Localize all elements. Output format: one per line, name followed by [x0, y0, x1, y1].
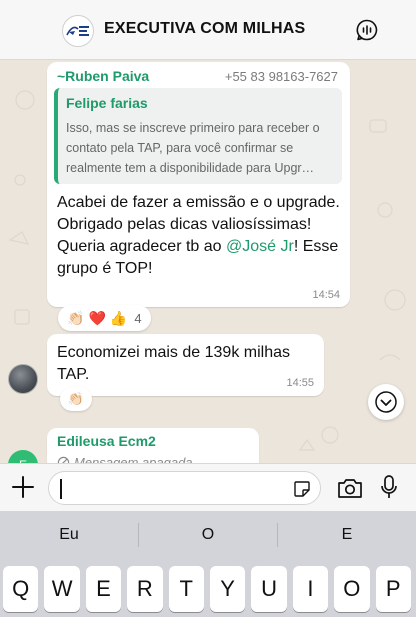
deleted-icon — [57, 456, 70, 463]
suggestion-item[interactable]: Eu — [0, 526, 138, 544]
key-p[interactable]: P — [375, 566, 411, 612]
reactions-pill[interactable]: 👏🏻 — [60, 387, 92, 411]
chat-header: EXECUTIVA COM MILHAS — [0, 0, 416, 60]
key-q[interactable]: Q — [3, 566, 39, 612]
sticker-icon[interactable] — [293, 480, 311, 498]
message-time: 14:55 — [286, 377, 314, 389]
thumbs-up-emoji-icon: 👍 — [109, 309, 128, 326]
mention-link[interactable]: @José Jr — [226, 238, 294, 255]
group-logo-icon — [66, 26, 89, 36]
key-e[interactable]: E — [85, 566, 122, 612]
suggestion-item[interactable]: O — [139, 526, 277, 544]
key-y[interactable]: Y — [209, 566, 246, 612]
sender-name[interactable]: Edileusa Ecm2 — [57, 433, 156, 449]
clap-emoji-icon: 👏🏻 — [67, 391, 85, 406]
sender-avatar[interactable] — [8, 364, 38, 394]
key-o[interactable]: O — [334, 566, 370, 612]
keyboard-row-1: Q W E R T Y U I O P — [3, 566, 413, 612]
camera-icon[interactable] — [337, 477, 363, 499]
message-composer — [0, 463, 416, 511]
reaction-count: 4 — [134, 310, 142, 326]
reactions-pill[interactable]: 👏🏻 ❤️ 👍 4 — [58, 305, 151, 331]
microphone-icon[interactable] — [380, 474, 398, 500]
quoted-sender: Felipe farias — [66, 95, 148, 111]
group-call-icon[interactable] — [355, 18, 379, 42]
text-caret — [60, 479, 62, 499]
clap-emoji-icon: 👏🏻 — [67, 309, 85, 326]
message-bubble[interactable]: ~Ruben Paiva +55 83 98163-7627 Felipe fa… — [47, 62, 350, 307]
group-title[interactable]: EXECUTIVA COM MILHAS — [104, 20, 305, 38]
scroll-to-bottom-button[interactable] — [368, 384, 404, 420]
keyboard-suggestions: Eu O E — [0, 511, 416, 559]
message-time: 14:54 — [312, 289, 340, 301]
heart-emoji-icon: ❤️ — [88, 309, 106, 326]
message-text: Economizei mais de 139k milhas TAP. — [57, 344, 290, 383]
key-r[interactable]: R — [127, 566, 163, 612]
group-avatar[interactable] — [62, 15, 94, 47]
message-input[interactable] — [48, 471, 321, 505]
suggestion-item[interactable]: E — [278, 526, 416, 544]
chat-area[interactable]: ~Ruben Paiva +55 83 98163-7627 Felipe fa… — [0, 60, 416, 463]
message-text: Acabei de fazer a emissão e o upgrade. O… — [57, 194, 340, 277]
message-bubble[interactable]: Edileusa Ecm2 Mensagem apagada — [47, 428, 259, 463]
sender-phone: +55 83 98163-7627 — [224, 69, 338, 84]
sender-name[interactable]: ~Ruben Paiva — [57, 68, 149, 84]
quoted-message[interactable]: Felipe farias Isso, mas se inscreve prim… — [54, 88, 342, 184]
key-u[interactable]: U — [251, 566, 287, 612]
deleted-message: Mensagem apagada — [57, 455, 193, 463]
quoted-text: Isso, mas se inscreve primeiro para rece… — [66, 121, 320, 175]
onscreen-keyboard: Eu O E Q W E R T Y U I O P — [0, 511, 416, 617]
key-t[interactable]: T — [168, 566, 204, 612]
key-i[interactable]: I — [292, 566, 329, 612]
chevron-down-icon — [375, 391, 397, 413]
attach-plus-icon[interactable] — [10, 474, 36, 500]
message-bubble[interactable]: Economizei mais de 139k milhas TAP. 14:5… — [47, 334, 324, 396]
key-w[interactable]: W — [44, 566, 80, 612]
